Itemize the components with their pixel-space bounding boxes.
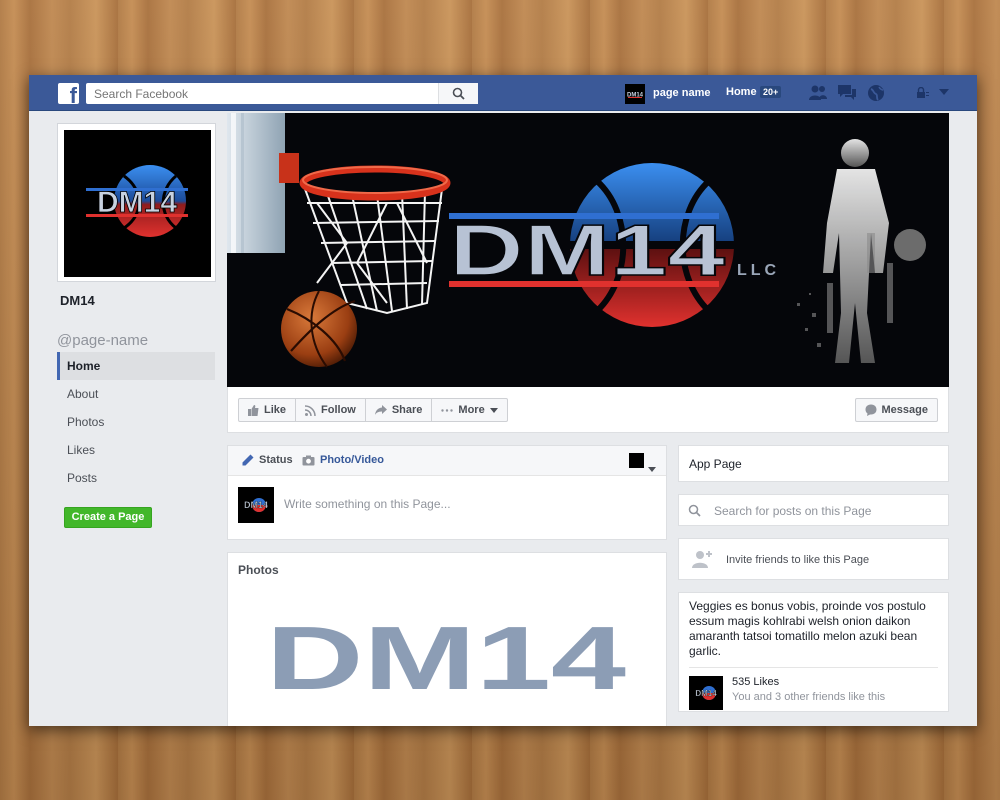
share-button[interactable]: Share — [366, 399, 433, 421]
follow-button[interactable]: Follow — [296, 399, 366, 421]
photos-card: Photos DM14 — [227, 552, 667, 726]
message-label: Message — [881, 404, 928, 416]
more-label: More — [458, 404, 485, 416]
top-navigation-bar: f DM14 page name Home 20+ — [29, 75, 977, 111]
nav-item-likes[interactable]: Likes — [57, 436, 215, 464]
more-button[interactable]: More — [432, 399, 506, 421]
pencil-icon — [242, 454, 254, 466]
chevron-down-icon — [489, 407, 498, 413]
page-action-bar: Like Follow Share More Message — [227, 387, 949, 433]
camera-icon — [302, 455, 315, 465]
message-icon — [865, 404, 877, 416]
message-button[interactable]: Message — [854, 398, 938, 422]
svg-text:DM14: DM14 — [266, 617, 626, 693]
divider — [689, 667, 938, 668]
post-as-avatar[interactable] — [629, 453, 644, 468]
follow-icon — [305, 404, 316, 416]
photo-tab-label: Photo/Video — [320, 454, 384, 466]
lock-icon[interactable] — [916, 87, 930, 98]
share-icon — [374, 405, 387, 415]
page-avatar[interactable]: DM14 — [625, 84, 645, 104]
profile-picture[interactable]: DM14 — [57, 123, 216, 282]
svg-text:DM14: DM14 — [695, 689, 717, 698]
composer-tabs: Status Photo/Video — [228, 446, 666, 476]
facebook-logo-icon[interactable]: f — [58, 83, 79, 104]
chevron-down-icon[interactable] — [939, 89, 949, 95]
svg-text:DM14: DM14 — [97, 186, 177, 219]
cover-photo[interactable]: DM14 LLC — [227, 113, 949, 387]
search-icon — [688, 504, 701, 517]
globe-icon[interactable] — [867, 84, 885, 102]
svg-text:LLC: LLC — [737, 262, 780, 279]
search-input[interactable] — [86, 83, 438, 104]
composer-input[interactable]: Write something on this Page... — [284, 497, 451, 511]
search-button[interactable] — [438, 83, 478, 104]
photos-title: Photos — [238, 563, 279, 577]
nav-item-photos[interactable]: Photos — [57, 408, 215, 436]
add-friend-icon — [692, 551, 712, 568]
search-icon — [452, 87, 465, 100]
like-button[interactable]: Like — [239, 399, 297, 421]
page-handle: @page-name — [57, 332, 149, 349]
page-title: DM14 — [60, 293, 95, 308]
page-name-link[interactable]: page name — [653, 87, 710, 99]
tab-status[interactable]: Status — [242, 454, 293, 466]
page-post-search[interactable]: Search for posts on this Page — [678, 494, 949, 526]
invite-friends-card[interactable]: Invite friends to like this Page — [678, 538, 949, 580]
likes-avatar: DM14 — [689, 676, 723, 710]
about-card: Veggies es bonus vobis, proinde vos post… — [678, 592, 949, 712]
like-label: Like — [264, 404, 287, 416]
messages-icon[interactable] — [837, 84, 857, 101]
status-tab-label: Status — [259, 454, 293, 466]
chevron-down-icon[interactable] — [648, 459, 656, 477]
tab-photo-video[interactable]: Photo/Video — [302, 454, 384, 466]
nav-item-about[interactable]: About — [57, 380, 215, 408]
composer-avatar: DM14 — [238, 487, 274, 523]
svg-text:DM14: DM14 — [244, 500, 268, 510]
app-page-card[interactable]: App Page — [678, 445, 949, 482]
post-composer: Status Photo/Video DM14 Write something … — [227, 445, 667, 540]
create-page-button[interactable]: Create a Page — [64, 507, 152, 528]
likes-count[interactable]: 535 Likes — [732, 676, 779, 688]
photo-thumbnail[interactable]: DM14 — [266, 617, 628, 693]
more-icon — [441, 408, 454, 412]
action-button-group: Like Follow Share More — [238, 398, 508, 422]
page-search-placeholder: Search for posts on this Page — [714, 504, 872, 518]
svg-text:DM14: DM14 — [449, 211, 725, 291]
profile-logo: DM14 — [64, 130, 211, 277]
share-label: Share — [391, 404, 423, 416]
browser-window: f DM14 page name Home 20+ — [29, 75, 977, 726]
home-badge: 20+ — [760, 86, 782, 98]
friends-icon[interactable] — [808, 84, 828, 100]
home-link[interactable]: Home — [726, 86, 757, 98]
nav-item-home[interactable]: Home — [57, 352, 215, 380]
like-icon — [248, 404, 259, 416]
follow-label: Follow — [321, 404, 356, 416]
page-navigation: Home About Photos Likes Posts — [57, 352, 215, 492]
nav-item-posts[interactable]: Posts — [57, 464, 215, 492]
invite-friends-label: Invite friends to like this Page — [726, 554, 870, 566]
likes-friends-text: You and 3 other friends like this — [732, 691, 886, 703]
search-bar — [86, 83, 478, 104]
app-page-label: App Page — [689, 457, 742, 471]
about-text: Veggies es bonus vobis, proinde vos post… — [689, 599, 926, 658]
